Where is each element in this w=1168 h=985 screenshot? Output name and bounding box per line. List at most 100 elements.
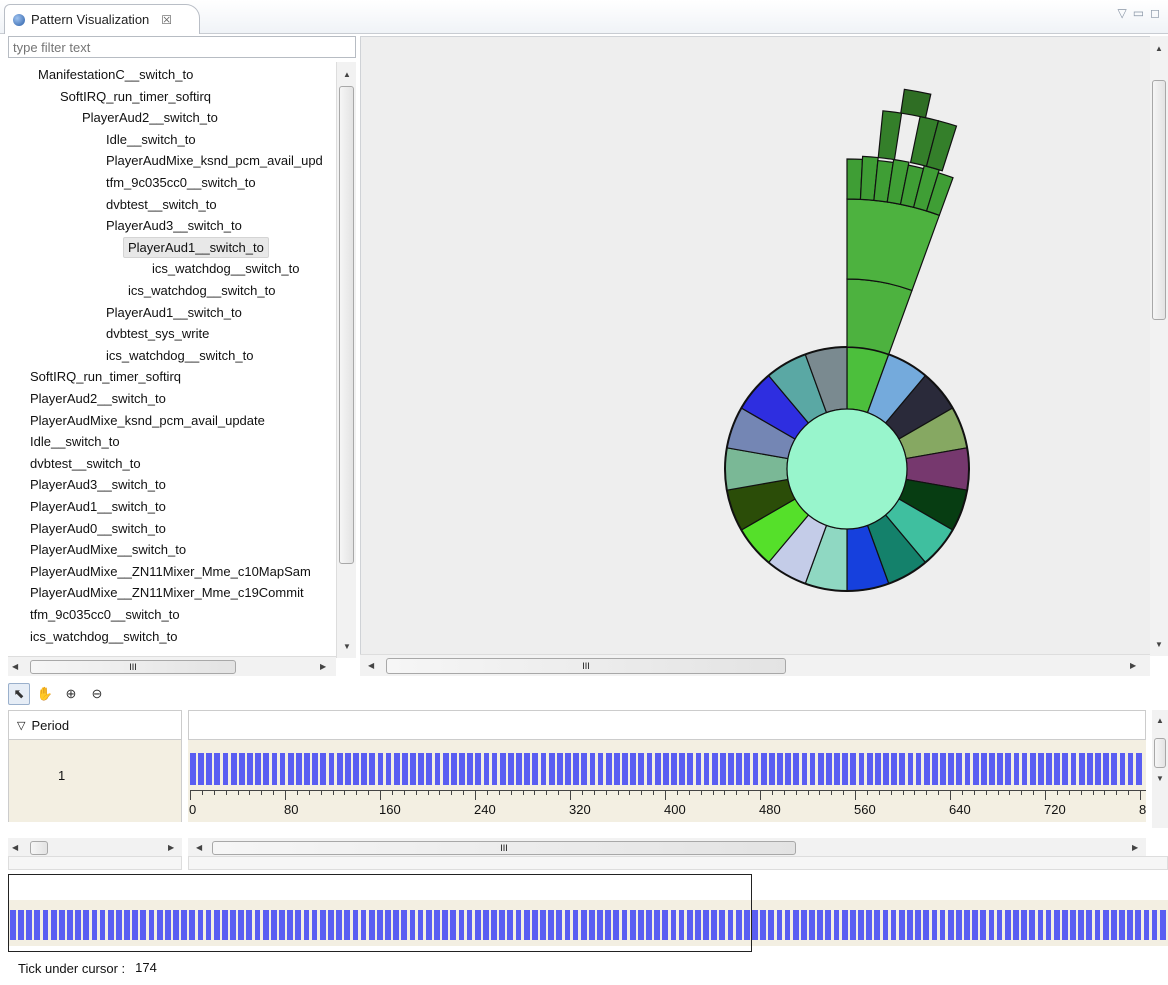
scroll-left-icon[interactable]: ◀ <box>12 662 18 671</box>
tree-item[interactable]: PlayerAud1__switch_to <box>123 236 269 258</box>
period-block <box>540 753 547 785</box>
tree-item[interactable]: PlayerAud2__switch_to <box>82 107 218 128</box>
scroll-left-icon[interactable]: ◀ <box>368 661 374 670</box>
scroll-right-icon[interactable]: ▶ <box>320 662 326 671</box>
tree-item[interactable]: PlayerAudMixe__switch_to <box>30 539 186 560</box>
tree-item[interactable]: PlayerAud1__switch_to <box>106 302 242 323</box>
canvas-vertical-scrollbar[interactable]: ▲ ▼ <box>1150 36 1168 656</box>
timeline-footer <box>188 856 1168 870</box>
scroll-down-icon[interactable]: ▼ <box>1155 640 1163 649</box>
tree-item[interactable]: PlayerAud2__switch_to <box>30 388 166 409</box>
period-header[interactable]: ▽ Period <box>8 710 182 740</box>
ruler-tick <box>1045 790 1046 800</box>
tree-hscroll-thumb[interactable]: III <box>30 660 236 674</box>
overview-block <box>898 910 905 940</box>
tree-item[interactable]: ics_watchdog__switch_to <box>152 258 299 279</box>
period-block <box>989 753 995 785</box>
timeline-vscroll-thumb[interactable] <box>1154 738 1166 768</box>
sunburst-arm-segment[interactable] <box>877 110 903 161</box>
scroll-down-icon[interactable]: ▼ <box>1156 774 1164 783</box>
tree-item[interactable]: dvbtest__switch_to <box>30 453 141 474</box>
tree-item[interactable]: ics_watchdog__switch_to <box>30 626 177 647</box>
timeline-hscroll-thumb[interactable]: III <box>212 841 796 855</box>
ruler-tick <box>855 790 856 800</box>
canvas-horizontal-scrollbar[interactable]: ◀ III ▶ <box>360 654 1150 676</box>
overview-block <box>1127 910 1133 940</box>
scroll-right-icon[interactable]: ▶ <box>168 843 174 852</box>
tree-vscroll-thumb[interactable] <box>339 86 354 564</box>
tree-item[interactable]: ManifestationC__switch_to <box>38 64 193 85</box>
filter-input[interactable] <box>8 36 356 58</box>
tree-item[interactable]: PlayerAud0__switch_to <box>30 518 166 539</box>
view-menu-icon[interactable]: ▽ <box>1117 6 1126 20</box>
tree-item[interactable]: tfm_9c035cc0__switch_to <box>106 172 256 193</box>
period-block <box>1005 753 1012 785</box>
tree-item[interactable]: PlayerAudMixe_ksnd_pcm_avail_upd <box>106 150 323 171</box>
period-block <box>483 753 490 785</box>
period-block <box>720 753 726 785</box>
period-block <box>410 753 416 785</box>
zoom-in-button[interactable]: ⊕ <box>60 683 82 705</box>
tree-item[interactable]: dvbtest_sys_write <box>106 323 209 344</box>
scroll-left-icon[interactable]: ◀ <box>196 843 202 852</box>
canvas-hscroll-thumb[interactable]: III <box>386 658 786 674</box>
visualization-canvas[interactable] <box>360 36 1156 656</box>
collapse-triangle-icon[interactable]: ▽ <box>17 719 25 732</box>
label-horizontal-scrollbar[interactable]: ◀ ▶ <box>8 838 182 858</box>
ruler-tick-label: 80 <box>284 802 299 817</box>
period-block <box>1111 753 1118 785</box>
canvas-vscroll-thumb[interactable] <box>1152 80 1166 320</box>
tree-item[interactable]: PlayerAud1__switch_to <box>30 496 166 517</box>
tree-item[interactable]: PlayerAudMixe__ZN11Mixer_Mme_c10MapSam <box>30 561 311 582</box>
ruler-tick-label: 0 <box>189 802 197 817</box>
close-tab-icon[interactable]: ☒ <box>161 13 172 27</box>
tree-item[interactable]: tfm_9c035cc0__switch_to <box>30 604 180 625</box>
overview-block <box>1078 910 1085 940</box>
scroll-left-icon[interactable]: ◀ <box>12 843 18 852</box>
tree-item[interactable]: PlayerAudMixe_ksnd_pcm_avail_update <box>30 410 265 431</box>
overview-block <box>1013 910 1019 940</box>
scroll-down-icon[interactable]: ▼ <box>343 642 351 651</box>
scroll-right-icon[interactable]: ▶ <box>1130 661 1136 670</box>
timeline-horizontal-scrollbar[interactable]: ◀ III ▶ <box>188 838 1146 858</box>
sunburst-chart[interactable] <box>361 37 1157 657</box>
sunburst-arm-segment[interactable] <box>846 158 864 200</box>
scroll-up-icon[interactable]: ▲ <box>1155 44 1163 53</box>
select-arrow-icon: ⬉ <box>13 686 25 701</box>
tree-item[interactable]: Idle__switch_to <box>30 431 120 452</box>
period-block <box>222 753 229 785</box>
scroll-up-icon[interactable]: ▲ <box>1156 716 1164 725</box>
sunburst-arm-segment[interactable] <box>846 198 941 292</box>
minimize-icon[interactable]: ▭ <box>1133 6 1144 20</box>
period-block <box>703 753 710 785</box>
overview-viewport-window[interactable] <box>8 874 752 952</box>
scroll-up-icon[interactable]: ▲ <box>343 70 351 79</box>
scroll-right-icon[interactable]: ▶ <box>1132 843 1138 852</box>
tree-item[interactable]: SoftIRQ_run_timer_softirq <box>60 86 211 107</box>
tab-pattern-visualization[interactable]: Pattern Visualization ☒ <box>4 4 200 34</box>
tree-item[interactable]: ics_watchdog__switch_to <box>128 280 275 301</box>
timeline-vertical-scrollbar[interactable]: ▲ ▼ <box>1152 710 1168 828</box>
period-block <box>874 753 881 785</box>
tree-item[interactable]: ics_watchdog__switch_to <box>106 345 253 366</box>
label-hscroll-thumb[interactable] <box>30 841 48 855</box>
tree-item[interactable]: SoftIRQ_run_timer_softirq <box>30 366 181 387</box>
sunburst-arm-segment[interactable] <box>900 88 932 119</box>
sunburst-center[interactable] <box>786 408 908 530</box>
select-tool-button[interactable]: ⬉ <box>8 683 30 705</box>
tree-vertical-scrollbar[interactable]: ▲ ▼ <box>336 62 356 658</box>
tree-item[interactable]: PlayerAud3__switch_to <box>106 215 242 236</box>
tree-item[interactable]: dvbtest__switch_to <box>106 194 217 215</box>
period-blocks[interactable] <box>190 753 1144 785</box>
sunburst-arm-segment[interactable] <box>846 278 913 356</box>
maximize-icon[interactable]: ◻ <box>1150 6 1160 20</box>
period-block <box>556 753 563 785</box>
tree-item[interactable]: PlayerAudMixe__ZN11Mixer_Mme_c19Commit <box>30 582 304 603</box>
period-block <box>646 753 653 785</box>
period-block <box>271 753 278 785</box>
tree-item[interactable]: PlayerAud3__switch_to <box>30 474 166 495</box>
tree-item[interactable]: Idle__switch_to <box>106 129 196 150</box>
zoom-out-button[interactable]: ⊖ <box>86 683 108 705</box>
pan-tool-button[interactable]: ✋ <box>34 683 56 705</box>
tree-horizontal-scrollbar[interactable]: ◀ III ▶ <box>8 656 336 676</box>
